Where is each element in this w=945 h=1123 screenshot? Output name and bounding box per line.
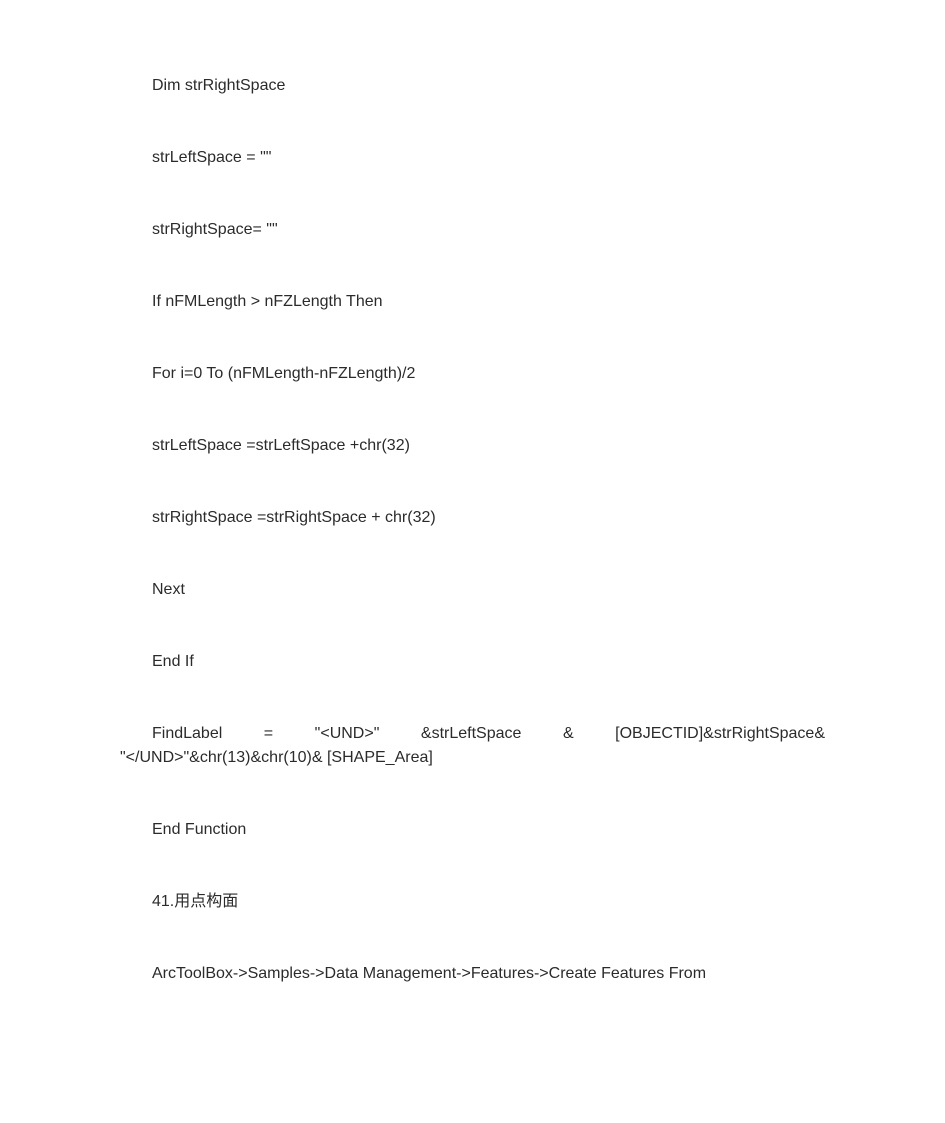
code-line: strLeftSpace =strLeftSpace +chr(32) xyxy=(120,434,825,458)
code-line: strRightSpace =strRightSpace + chr(32) xyxy=(120,506,825,530)
code-line: ArcToolBox->Samples->Data Management->Fe… xyxy=(120,962,825,986)
code-line-wrapped: FindLabel = "<UND>" &strLeftSpace & [OBJ… xyxy=(120,722,825,770)
code-line: Dim strRightSpace xyxy=(120,74,825,98)
code-line: Next xyxy=(120,578,825,602)
code-line-segment: "</UND>"&chr(13)&chr(10)& [SHAPE_Area] xyxy=(120,746,825,770)
code-line-segment: FindLabel = "<UND>" &strLeftSpace & [OBJ… xyxy=(120,722,825,746)
code-line: If nFMLength > nFZLength Then xyxy=(120,290,825,314)
heading-line: 41.用点构面 xyxy=(120,890,825,914)
code-line: strRightSpace= "" xyxy=(120,218,825,242)
code-line: For i=0 To (nFMLength-nFZLength)/2 xyxy=(120,362,825,386)
code-line: End If xyxy=(120,650,825,674)
code-line: strLeftSpace = "" xyxy=(120,146,825,170)
document-content: Dim strRightSpace strLeftSpace = "" strR… xyxy=(120,74,825,986)
code-line: End Function xyxy=(120,818,825,842)
